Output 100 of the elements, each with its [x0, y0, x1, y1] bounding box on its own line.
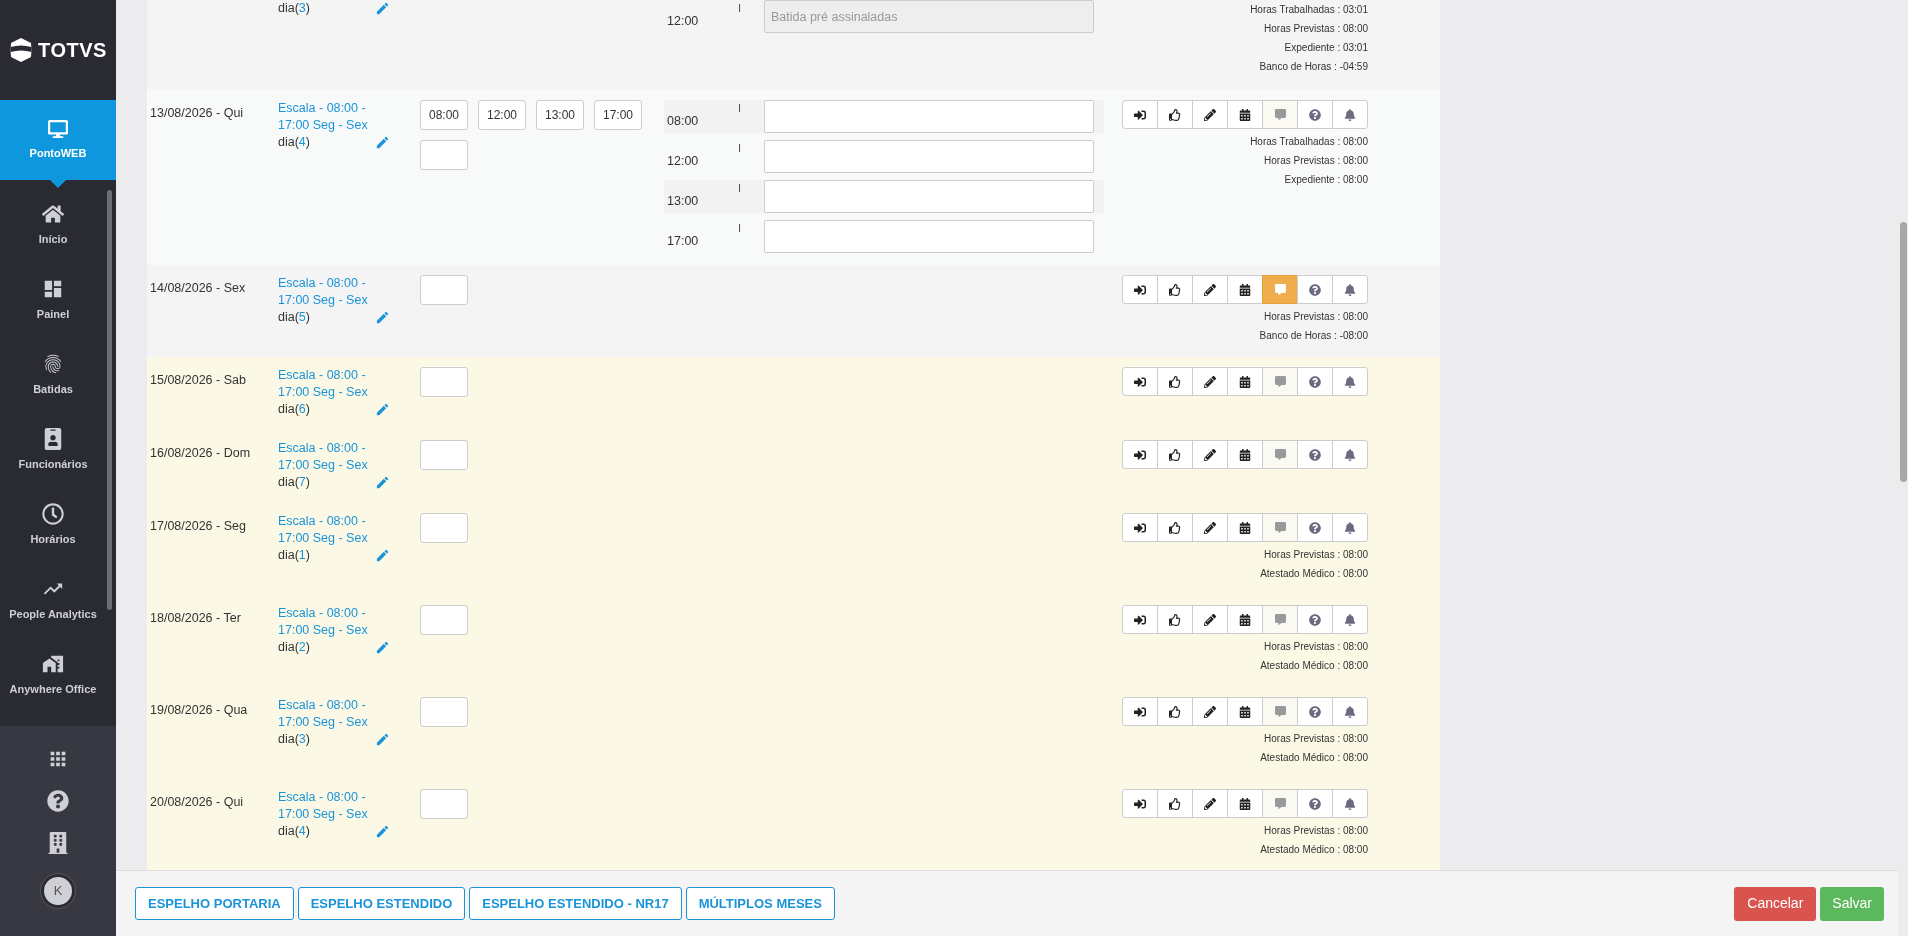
schedule-link[interactable]: Escala - 08:00 - 17:00 Seg - Sex — [278, 100, 374, 134]
punch-time-field[interactable] — [420, 697, 468, 727]
pencil-icon[interactable] — [375, 824, 390, 839]
pencil-icon[interactable] — [375, 548, 390, 563]
door-button[interactable] — [1122, 605, 1158, 634]
pencil-icon[interactable] — [375, 310, 390, 325]
day-number-link[interactable]: 3 — [298, 731, 306, 748]
schedule-link[interactable]: Escala - 08:00 - 17:00 Seg - Sex — [278, 367, 374, 401]
door-button[interactable] — [1122, 789, 1158, 818]
justification-field[interactable] — [764, 140, 1094, 173]
pencil-icon[interactable] — [375, 640, 390, 655]
edit-button[interactable] — [1192, 605, 1228, 634]
nav-item[interactable]: Funcionários — [0, 413, 106, 488]
pencil-icon[interactable] — [375, 402, 390, 417]
punch-time-field[interactable]: 08:00 — [420, 100, 468, 130]
help-button[interactable] — [1297, 100, 1333, 129]
nav-item[interactable]: Batidas — [0, 338, 106, 413]
pencil-icon[interactable] — [375, 1, 390, 16]
approve-button[interactable] — [1157, 697, 1193, 726]
notify-button[interactable] — [1332, 789, 1368, 818]
report-button[interactable]: ESPELHO ESTENDIDO - NR17 — [469, 887, 682, 920]
notify-button[interactable] — [1332, 605, 1368, 634]
nav-item[interactable]: Painel — [0, 263, 106, 338]
save-button[interactable]: Salvar — [1820, 886, 1884, 921]
report-button[interactable]: MÚLTIPLOS MESES — [685, 887, 835, 920]
calendar-button[interactable] — [1227, 789, 1263, 818]
door-button[interactable] — [1122, 513, 1158, 542]
cancel-button[interactable]: Cancelar — [1734, 886, 1817, 921]
pencil-icon[interactable] — [375, 475, 390, 490]
calendar-button[interactable] — [1227, 440, 1263, 469]
scrollbar-thumb[interactable] — [107, 190, 112, 610]
help-button[interactable] — [1297, 440, 1333, 469]
help-button[interactable] — [1297, 789, 1333, 818]
calendar-button[interactable] — [1227, 605, 1263, 634]
nav-item[interactable]: Anywhere Office — [0, 638, 106, 713]
calendar-button[interactable] — [1227, 697, 1263, 726]
day-number-link[interactable]: 4 — [298, 823, 306, 840]
calendar-button[interactable] — [1227, 367, 1263, 396]
door-button[interactable] — [1122, 440, 1158, 469]
pencil-icon[interactable] — [375, 732, 390, 747]
schedule-link[interactable]: Escala - 08:00 - 17:00 Seg - Sex — [278, 605, 374, 639]
help-button[interactable] — [1297, 697, 1333, 726]
edit-button[interactable] — [1192, 100, 1228, 129]
edit-button[interactable] — [1192, 367, 1228, 396]
punch-time-field[interactable] — [420, 367, 468, 397]
help-button[interactable] — [1297, 275, 1333, 304]
day-number-link[interactable]: 7 — [298, 474, 306, 491]
building-icon[interactable] — [47, 832, 69, 854]
punch-time-field[interactable] — [420, 513, 468, 543]
day-number-link[interactable]: 3 — [298, 0, 306, 17]
help-button[interactable] — [1297, 513, 1333, 542]
nav-item[interactable]: Horários — [0, 488, 106, 563]
justification-field[interactable] — [764, 100, 1094, 133]
door-button[interactable] — [1122, 275, 1158, 304]
notify-button[interactable] — [1332, 367, 1368, 396]
page-scrollbar-thumb[interactable] — [1900, 222, 1907, 482]
schedule-link[interactable]: Escala - 08:00 - 17:00 Seg - Sex — [278, 440, 374, 474]
help-icon[interactable] — [47, 790, 69, 812]
user-avatar[interactable]: K — [41, 874, 75, 908]
report-button[interactable]: ESPELHO PORTARIA — [135, 887, 294, 920]
report-button[interactable]: ESPELHO ESTENDIDO — [297, 887, 466, 920]
notify-button[interactable] — [1332, 275, 1368, 304]
module-tab[interactable]: PontoWEB — [0, 100, 116, 180]
notify-button[interactable] — [1332, 100, 1368, 129]
punch-time-field[interactable] — [420, 440, 468, 470]
edit-button[interactable] — [1192, 275, 1228, 304]
notify-button[interactable] — [1332, 697, 1368, 726]
nav-item[interactable]: Início — [0, 188, 106, 263]
punch-time-field[interactable]: 12:00 — [478, 100, 526, 130]
approve-button[interactable] — [1157, 789, 1193, 818]
door-button[interactable] — [1122, 367, 1158, 396]
edit-button[interactable] — [1192, 440, 1228, 469]
notify-button[interactable] — [1332, 440, 1368, 469]
justification-field[interactable] — [764, 220, 1094, 253]
punch-time-field[interactable]: 17:00 — [594, 100, 642, 130]
schedule-link[interactable]: Escala - 08:00 - 17:00 Seg - Sex — [278, 789, 374, 823]
approve-button[interactable] — [1157, 605, 1193, 634]
calendar-button[interactable] — [1227, 275, 1263, 304]
approve-button[interactable] — [1157, 275, 1193, 304]
punch-time-field[interactable] — [420, 275, 468, 305]
punch-time-field[interactable] — [420, 789, 468, 819]
day-number-link[interactable]: 6 — [298, 401, 306, 418]
help-button[interactable] — [1297, 605, 1333, 634]
edit-button[interactable] — [1192, 789, 1228, 818]
schedule-link[interactable]: Escala - 08:00 - 17:00 Seg - Sex — [278, 697, 374, 731]
nav-item[interactable]: People Analytics — [0, 563, 106, 638]
punch-time-field[interactable] — [420, 140, 468, 170]
help-button[interactable] — [1297, 367, 1333, 396]
day-number-link[interactable]: 1 — [298, 547, 306, 564]
approve-button[interactable] — [1157, 100, 1193, 129]
notify-button[interactable] — [1332, 513, 1368, 542]
day-number-link[interactable]: 5 — [298, 309, 306, 326]
punch-time-field[interactable] — [420, 605, 468, 635]
edit-button[interactable] — [1192, 513, 1228, 542]
punch-time-field[interactable]: 13:00 — [536, 100, 584, 130]
justification-field[interactable] — [764, 180, 1094, 213]
door-button[interactable] — [1122, 697, 1158, 726]
day-number-link[interactable]: 2 — [298, 639, 306, 656]
schedule-link[interactable]: Escala - 08:00 - 17:00 Seg - Sex — [278, 513, 374, 547]
pencil-icon[interactable] — [375, 135, 390, 150]
